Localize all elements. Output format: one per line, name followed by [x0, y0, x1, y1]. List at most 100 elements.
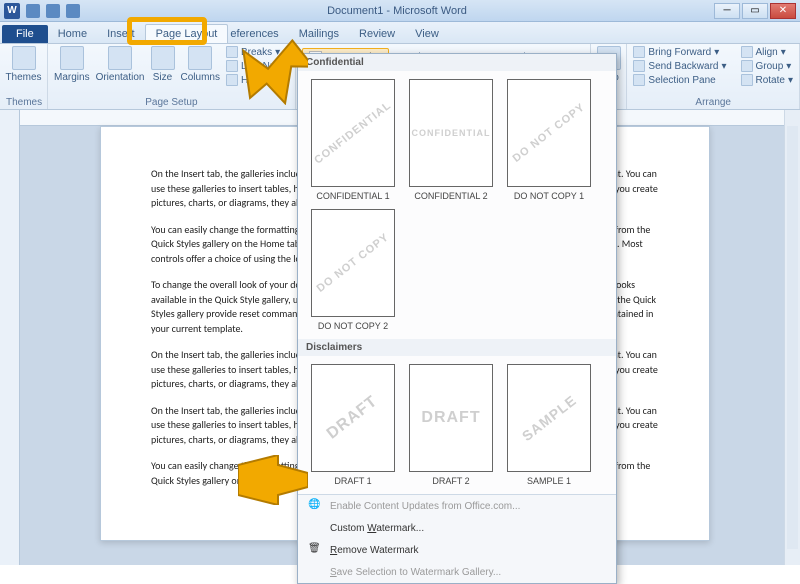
hyphen-icon: [226, 74, 238, 86]
word-app-icon: W: [4, 3, 20, 19]
line-numbers-button[interactable]: Line Numk: [226, 60, 289, 72]
send-backward-icon: [633, 60, 645, 72]
close-button[interactable]: ✕: [770, 3, 796, 19]
watermark-preview-text: DRAFT: [324, 393, 382, 444]
size-button[interactable]: Size: [151, 46, 175, 83]
ribbon-tabs: File Home Insert Page Layout eferences M…: [0, 22, 800, 44]
blank-icon: [308, 521, 322, 535]
tab-mailings[interactable]: Mailings: [289, 25, 349, 43]
chevron-down-icon: ▾: [714, 47, 719, 58]
save-selection-to-gallery: Save Selection to Watermark Gallery...: [298, 561, 616, 583]
tab-page-layout[interactable]: Page Layout: [145, 24, 229, 43]
watermark-preview-text: DO NOT COPY: [511, 101, 588, 165]
tab-references[interactable]: eferences: [228, 25, 288, 43]
columns-icon: [188, 46, 212, 70]
watermark-caption: SAMPLE 1: [527, 476, 571, 486]
window-controls: ─ ▭ ✕: [714, 3, 796, 19]
group-button[interactable]: Group▾: [741, 60, 794, 72]
chevron-down-icon: ▾: [788, 75, 793, 86]
orientation-button[interactable]: Orientation: [96, 46, 145, 83]
watermark-thumb[interactable]: DO NOT COPYDO NOT COPY 1: [504, 79, 594, 201]
breaks-label: Breaks: [241, 47, 272, 58]
tab-insert[interactable]: Insert: [97, 25, 145, 43]
bring-forward-button[interactable]: Bring Forward▾: [633, 46, 726, 58]
globe-icon: 🌐: [308, 499, 322, 513]
watermark-thumb[interactable]: SAMPLE SAMPLE 1: [504, 364, 594, 486]
watermark-thumb[interactable]: DO NOT COPY DO NOT COPY 2: [308, 209, 398, 331]
breaks-icon: [226, 46, 238, 58]
watermark-caption: CONFIDENTIAL 1: [316, 191, 389, 201]
bring-forward-icon: [633, 46, 645, 58]
remove-icon: 🗑: [308, 543, 322, 557]
tab-file[interactable]: File: [2, 25, 48, 43]
vertical-scrollbar[interactable]: [784, 110, 800, 565]
gallery-menu: 🌐 Enable Content Updates from Office.com.…: [298, 494, 616, 583]
save-icon[interactable]: [26, 4, 40, 18]
undo-icon[interactable]: [46, 4, 60, 18]
watermark-thumb[interactable]: DRAFTDRAFT 1: [308, 364, 398, 486]
menu-label: Enable Content Updates from Office.com..…: [330, 501, 520, 512]
themes-button[interactable]: Themes: [6, 46, 41, 83]
group-arrange: Bring Forward▾ Send Backward▾ Selection …: [627, 44, 800, 109]
tab-review[interactable]: Review: [349, 25, 405, 43]
gallery-section-disclaimers: Disclaimers: [298, 339, 616, 356]
line-numbers-label: Line Numk: [241, 61, 289, 72]
window-title: Document1 - Microsoft Word: [80, 5, 714, 17]
chevron-down-icon: ▾: [721, 61, 726, 72]
themes-label: Themes: [5, 72, 41, 83]
size-label: Size: [153, 72, 172, 83]
remove-watermark[interactable]: 🗑Remove Watermark: [298, 539, 616, 561]
hyphen-label: Hyphen: [241, 75, 275, 86]
margins-button[interactable]: Margins: [54, 46, 90, 83]
watermark-preview-text: CONFIDENTIAL: [312, 99, 393, 166]
group-label-page-setup: Page Setup: [54, 97, 289, 108]
hyphenation-button[interactable]: Hyphen: [226, 74, 289, 86]
line-numbers-icon: [226, 60, 238, 72]
blank-icon: [308, 565, 322, 579]
maximize-button[interactable]: ▭: [742, 3, 768, 19]
watermark-gallery: Confidential CONFIDENTIALCONFIDENTIAL 1 …: [297, 53, 617, 584]
group-label-arrange: Arrange: [633, 97, 793, 108]
group-label-themes: Themes: [6, 97, 41, 108]
group-icon: [741, 60, 753, 72]
custom-watermark[interactable]: Custom Watermark...: [298, 517, 616, 539]
tab-view[interactable]: View: [405, 25, 449, 43]
margins-label: Margins: [54, 72, 90, 83]
margins-icon: [60, 46, 84, 70]
minimize-button[interactable]: ─: [714, 3, 740, 19]
chevron-down-icon: ▾: [786, 61, 791, 72]
gallery-thumbs-confidential: CONFIDENTIAL CONFIDENTIAL 1 CONFIDENTIALC…: [298, 71, 616, 339]
gallery-thumbs-disclaimers: DRAFTDRAFT 1 DRAFT DRAFT 2 SAMPLE SAMPLE 1: [298, 356, 616, 494]
selection-pane-label: Selection Pane: [648, 75, 715, 86]
group-themes: Themes Themes: [0, 44, 48, 109]
vertical-ruler[interactable]: [0, 110, 20, 565]
watermark-preview-text: SAMPLE: [519, 392, 580, 444]
bring-forward-label: Bring Forward: [648, 47, 711, 58]
selection-pane-button[interactable]: Selection Pane: [633, 74, 726, 86]
title-bar: W Document1 - Microsoft Word ─ ▭ ✕: [0, 0, 800, 22]
watermark-preview-text: DO NOT COPY: [315, 231, 392, 295]
watermark-preview-text: DRAFT: [421, 409, 480, 427]
rotate-button[interactable]: Rotate▾: [741, 74, 794, 86]
columns-button[interactable]: Columns: [181, 46, 220, 83]
watermark-thumb[interactable]: CONFIDENTIAL CONFIDENTIAL 1: [308, 79, 398, 201]
group-page-setup: Margins Orientation Size Columns Breaks▾…: [48, 44, 296, 109]
watermark-thumb[interactable]: DRAFT DRAFT 2: [406, 364, 496, 486]
themes-icon: [12, 46, 36, 70]
rotate-label: Rotate: [756, 75, 785, 86]
group-obj-label: Group: [756, 61, 784, 72]
tab-home[interactable]: Home: [48, 25, 97, 43]
align-icon: [741, 46, 753, 58]
align-button[interactable]: Align▾: [741, 46, 794, 58]
watermark-caption: DRAFT 2: [432, 476, 469, 486]
watermark-caption: CONFIDENTIAL 2: [414, 191, 487, 201]
enable-content-updates: 🌐 Enable Content Updates from Office.com.…: [298, 495, 616, 517]
columns-label: Columns: [181, 72, 220, 83]
watermark-caption: DO NOT COPY 2: [318, 321, 388, 331]
watermark-thumb[interactable]: CONFIDENTIALCONFIDENTIAL 2: [406, 79, 496, 201]
rotate-icon: [741, 74, 753, 86]
chevron-down-icon: ▾: [781, 47, 786, 58]
redo-icon[interactable]: [66, 4, 80, 18]
send-backward-button[interactable]: Send Backward▾: [633, 60, 726, 72]
breaks-button[interactable]: Breaks▾: [226, 46, 289, 58]
